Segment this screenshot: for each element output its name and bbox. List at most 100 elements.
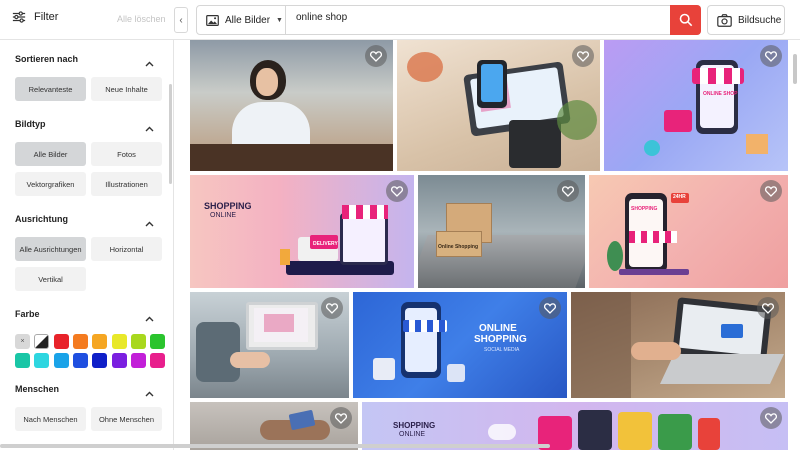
tile-caption: ONLINE SHOP: [703, 91, 738, 97]
color-swatch[interactable]: [53, 334, 69, 349]
page-scrollbar[interactable]: [793, 54, 797, 84]
favorite-button[interactable]: [760, 180, 782, 202]
type-option-photos[interactable]: Fotos: [91, 142, 162, 166]
heart-icon: [562, 185, 574, 197]
image-search-label: Bildsuche: [738, 14, 782, 26]
heart-icon: [765, 50, 777, 62]
favorite-button[interactable]: [557, 180, 579, 202]
horizontal-scrollbar[interactable]: [0, 444, 550, 448]
color-swatch[interactable]: [130, 353, 146, 368]
caret-down-icon: ▼: [276, 16, 283, 24]
color-swatch[interactable]: [34, 353, 50, 368]
type-section-title: Bildtyp: [15, 119, 46, 129]
sidebar-scrollbar[interactable]: [169, 84, 172, 184]
favorite-button[interactable]: [757, 297, 779, 319]
heart-icon: [765, 185, 777, 197]
heart-icon: [765, 412, 777, 424]
top-bar: Filter Alle löschen ‹ Alle Bilder ▼ onli…: [0, 0, 800, 40]
heart-icon: [326, 302, 338, 314]
sort-option-relevant[interactable]: Relevanteste: [15, 77, 86, 101]
image-tile[interactable]: [571, 292, 785, 398]
tile-caption: ONLINE: [210, 212, 237, 219]
favorite-button[interactable]: [386, 180, 408, 202]
tile-caption: SHOPPING: [474, 334, 527, 345]
filter-label: Filter: [34, 11, 59, 23]
orientation-option-all[interactable]: Alle Ausrichtungen: [15, 237, 86, 261]
filter-sidebar: Sortieren nach Relevanteste Neue Inhalte…: [0, 40, 174, 450]
clear-all-link[interactable]: Alle löschen: [117, 14, 166, 24]
favorite-button[interactable]: [760, 45, 782, 67]
people-option-with[interactable]: Nach Menschen: [15, 407, 86, 431]
favorite-button[interactable]: [321, 297, 343, 319]
color-swatch-black-white[interactable]: [34, 334, 49, 349]
app-root: Filter Alle löschen ‹ Alle Bilder ▼ onli…: [0, 0, 800, 450]
image-tile[interactable]: [190, 292, 349, 398]
color-swatch[interactable]: [72, 334, 88, 349]
orientation-option-vertical[interactable]: Vertikal: [15, 267, 86, 291]
heart-icon: [577, 50, 589, 62]
image-tile[interactable]: SHOPPING ONLINE DELIVERY: [190, 175, 414, 288]
color-swatch[interactable]: [111, 334, 127, 349]
image-tile[interactable]: [397, 40, 600, 171]
chevron-up-icon[interactable]: [145, 119, 154, 132]
image-tile[interactable]: SHOPPING ONLINE: [362, 402, 788, 450]
color-swatch[interactable]: [130, 334, 146, 349]
favorite-button[interactable]: [572, 45, 594, 67]
heart-icon: [762, 302, 774, 314]
color-section-title: Farbe: [15, 309, 40, 319]
type-option-illustrations[interactable]: Illustrationen: [91, 172, 162, 196]
chevron-up-icon[interactable]: [145, 214, 154, 227]
color-swatch[interactable]: [53, 353, 69, 368]
color-swatch-none[interactable]: ×: [15, 334, 30, 349]
sort-section-title: Sortieren nach: [15, 54, 79, 64]
color-swatch[interactable]: [15, 353, 30, 368]
heart-icon: [391, 185, 403, 197]
image-search-button[interactable]: Bildsuche: [707, 5, 785, 35]
image-type-label: Alle Bilder: [225, 14, 271, 26]
collapse-sidebar-button[interactable]: ‹: [174, 7, 188, 33]
search-icon: [679, 13, 692, 27]
tile-caption: DELIVERY: [313, 241, 338, 247]
tile-caption: SOCIAL MEDIA: [484, 347, 520, 353]
favorite-button[interactable]: [539, 297, 561, 319]
heart-icon: [544, 302, 556, 314]
image-tile[interactable]: ONLINE SHOP: [604, 40, 788, 171]
favorite-button[interactable]: [330, 407, 352, 429]
type-option-all[interactable]: Alle Bilder: [15, 142, 86, 166]
people-section-title: Menschen: [15, 384, 60, 394]
orientation-section-title: Ausrichtung: [15, 214, 68, 224]
color-swatch[interactable]: [150, 353, 166, 368]
type-option-vectors[interactable]: Vektorgrafiken: [15, 172, 86, 196]
tile-caption: ONLINE: [399, 431, 426, 438]
sort-option-newest[interactable]: Neue Inhalte: [91, 77, 162, 101]
color-swatch[interactable]: [92, 353, 108, 368]
image-results-grid: ONLINE SHOP SHOPPING ONLINE DELIVERY Onl…: [190, 40, 788, 450]
tile-caption: Online Shopping: [438, 244, 478, 250]
search-input[interactable]: online shop: [296, 12, 347, 23]
color-swatch[interactable]: [92, 334, 108, 349]
image-type-select[interactable]: Alle Bilder ▼: [197, 6, 286, 34]
chevron-up-icon[interactable]: [145, 309, 154, 322]
tile-caption: ONLINE: [479, 323, 517, 334]
heart-icon: [335, 412, 347, 424]
color-swatch[interactable]: [72, 353, 88, 368]
tile-caption: 24HR: [673, 194, 686, 200]
chevron-up-icon[interactable]: [145, 54, 154, 67]
favorite-button[interactable]: [365, 45, 387, 67]
image-tile[interactable]: [190, 40, 393, 171]
sliders-icon: [12, 11, 26, 23]
image-tile[interactable]: [190, 402, 358, 450]
people-option-without[interactable]: Ohne Menschen: [91, 407, 162, 431]
image-tile[interactable]: ONLINE SHOPPING SOCIAL MEDIA: [353, 292, 567, 398]
filter-button[interactable]: Filter: [12, 10, 58, 24]
search-submit-button[interactable]: [670, 5, 701, 35]
heart-icon: [370, 50, 382, 62]
image-tile[interactable]: Online Shopping: [418, 175, 585, 288]
color-swatch[interactable]: [150, 334, 166, 349]
image-tile[interactable]: SHOPPING 24HR: [589, 175, 788, 288]
orientation-option-horizontal[interactable]: Horizontal: [91, 237, 162, 261]
color-swatch[interactable]: [111, 353, 127, 368]
chevron-up-icon[interactable]: [145, 384, 154, 397]
tile-caption: SHOPPING: [393, 421, 436, 430]
favorite-button[interactable]: [760, 407, 782, 429]
